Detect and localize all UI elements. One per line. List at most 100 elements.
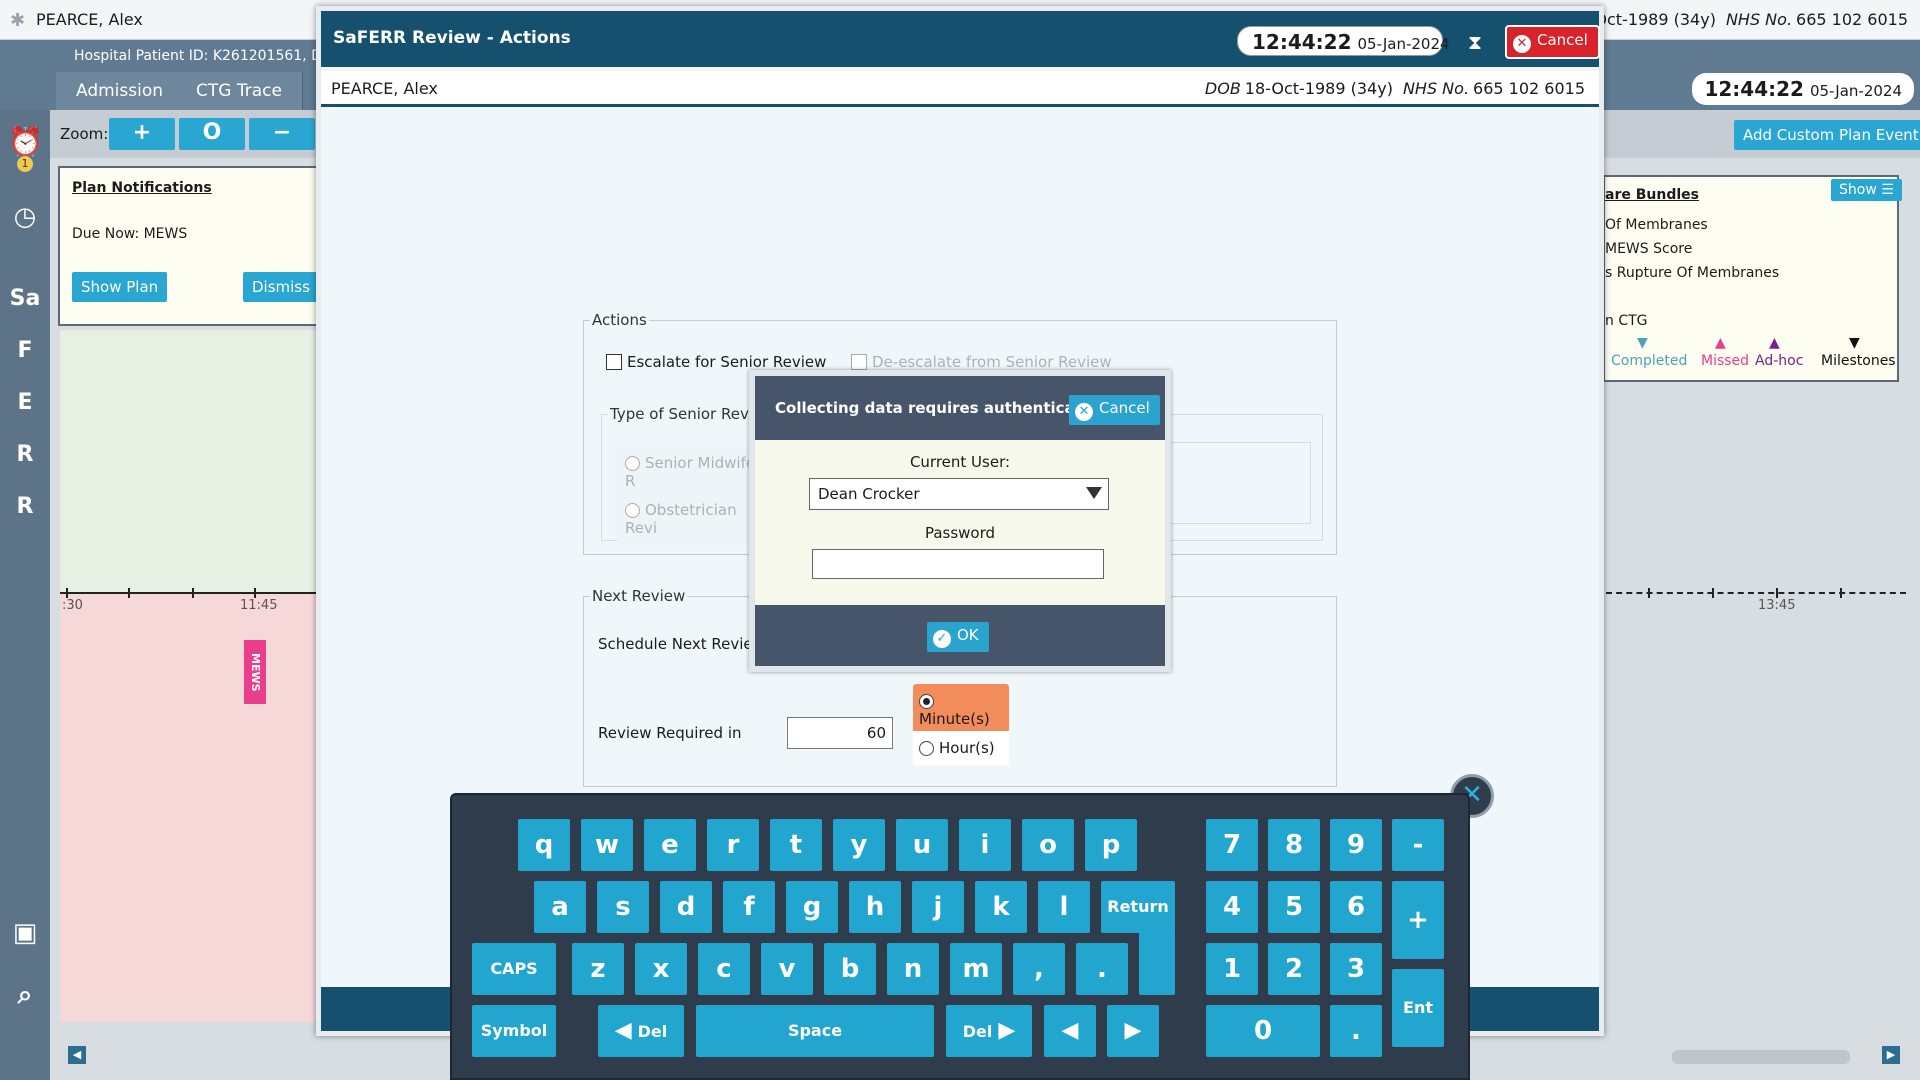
bundle-item[interactable]: s Rupture Of Membranes <box>1605 265 1779 281</box>
key-u[interactable]: u <box>896 819 948 871</box>
key-cursor-right[interactable]: ▶ <box>1107 1005 1159 1057</box>
scroll-right-icon[interactable]: ▶ <box>1882 1046 1900 1064</box>
checkbox-icon[interactable] <box>606 354 622 370</box>
mews-marker[interactable]: MEWS <box>244 640 266 704</box>
key-f[interactable]: f <box>723 881 775 933</box>
key-return[interactable]: Return <box>1101 881 1175 933</box>
filter-icon[interactable]: ⧗ <box>1468 30 1482 54</box>
key-8[interactable]: 8 <box>1268 819 1320 871</box>
key-return-extension[interactable] <box>1139 931 1175 995</box>
ok-button[interactable]: ✓ OK <box>927 622 989 652</box>
key-o[interactable]: o <box>1022 819 1074 871</box>
scroll-thumb[interactable] <box>1672 1050 1850 1064</box>
axis-tick <box>66 588 68 598</box>
key-delete-right[interactable]: Del ▶ <box>946 1005 1032 1057</box>
add-custom-plan-event-button[interactable]: Add Custom Plan Event <box>1734 120 1920 150</box>
key-period[interactable]: . <box>1076 943 1128 995</box>
show-bundles-button[interactable]: Show ☰ <box>1831 179 1902 201</box>
review-interval-input[interactable]: 60 <box>787 717 893 749</box>
search-icon[interactable]: ⌕ <box>8 980 42 1014</box>
key-3[interactable]: 3 <box>1330 943 1382 995</box>
bundle-item[interactable]: Of Membranes <box>1605 217 1708 233</box>
chevron-down-icon[interactable] <box>1086 487 1102 499</box>
key-delete-left[interactable]: ◀ Del <box>598 1005 684 1057</box>
key-6[interactable]: 6 <box>1330 881 1382 933</box>
radio-selected-icon[interactable] <box>919 694 934 709</box>
axis-tick <box>192 588 194 598</box>
key-y[interactable]: y <box>833 819 885 871</box>
key-l[interactable]: l <box>1038 881 1090 933</box>
legend-adhoc: ▲ Ad-hoc <box>1755 335 1804 369</box>
key-t[interactable]: t <box>770 819 822 871</box>
bundle-item[interactable]: n CTG <box>1605 313 1648 329</box>
rail-item-e[interactable]: E <box>8 390 42 424</box>
radio-icon[interactable] <box>919 741 934 756</box>
dismiss-button[interactable]: Dismiss <box>243 272 319 302</box>
key-d[interactable]: d <box>660 881 712 933</box>
monitor-icon[interactable]: ▣ <box>8 918 42 952</box>
triangle-down-icon: ▼ <box>1637 335 1648 351</box>
key-r[interactable]: r <box>707 819 759 871</box>
key-e[interactable]: e <box>644 819 696 871</box>
rail-item-sa[interactable]: Sa <box>8 286 42 320</box>
tab-admission[interactable]: Admission <box>56 72 185 110</box>
unit-minutes-radio[interactable]: Minute(s) <box>913 684 1009 736</box>
rail-item-f[interactable]: F <box>8 338 42 372</box>
key-x[interactable]: x <box>635 943 687 995</box>
key-n[interactable]: n <box>887 943 939 995</box>
alarm-clock-icon[interactable]: ⏰ <box>8 125 43 159</box>
key-z[interactable]: z <box>572 943 624 995</box>
key-q[interactable]: q <box>518 819 570 871</box>
modal-cancel-button[interactable]: ✕ Cancel <box>1505 25 1600 59</box>
zoom-reset-button[interactable]: O <box>179 118 245 150</box>
key-symbol[interactable]: Symbol <box>472 1005 556 1057</box>
key-b[interactable]: b <box>824 943 876 995</box>
key-cursor-left[interactable]: ◀ <box>1044 1005 1096 1057</box>
key-g[interactable]: g <box>786 881 838 933</box>
key-i[interactable]: i <box>959 819 1011 871</box>
current-user-select[interactable]: Dean Crocker <box>809 478 1109 510</box>
key-space[interactable]: Space <box>696 1005 934 1057</box>
key-9[interactable]: 9 <box>1330 819 1382 871</box>
key-caps[interactable]: CAPS <box>472 943 556 995</box>
rail-item-r2[interactable]: R <box>8 494 42 528</box>
auth-cancel-button[interactable]: ✕ Cancel <box>1069 395 1160 425</box>
key-w[interactable]: w <box>581 819 633 871</box>
axis-label: 13:45 <box>1758 598 1796 613</box>
unit-hours-radio[interactable]: Hour(s) <box>913 731 1009 765</box>
checkbox-icon <box>851 354 867 370</box>
history-icon[interactable]: ◷ <box>8 202 42 236</box>
app-clock: 12:44:22 05-Jan-2024 <box>1692 73 1914 105</box>
key-7[interactable]: 7 <box>1206 819 1258 871</box>
modal-title: SaFERR Review - Actions <box>333 28 571 48</box>
password-input[interactable] <box>812 549 1104 579</box>
key-h[interactable]: h <box>849 881 901 933</box>
key-plus[interactable]: + <box>1392 881 1444 959</box>
rail-item-r1[interactable]: R <box>8 442 42 476</box>
scroll-left-icon[interactable]: ◀ <box>68 1046 86 1064</box>
bundle-item[interactable]: MEWS Score <box>1605 241 1692 257</box>
key-decimal[interactable]: . <box>1330 1005 1382 1057</box>
key-2[interactable]: 2 <box>1268 943 1320 995</box>
key-m[interactable]: m <box>950 943 1002 995</box>
key-5[interactable]: 5 <box>1268 881 1320 933</box>
key-c[interactable]: c <box>698 943 750 995</box>
key-minus[interactable]: - <box>1392 819 1444 871</box>
key-comma[interactable]: , <box>1013 943 1065 995</box>
key-4[interactable]: 4 <box>1206 881 1258 933</box>
key-enter[interactable]: Ent <box>1392 969 1444 1047</box>
zoom-in-button[interactable]: + <box>109 118 175 150</box>
key-0[interactable]: 0 <box>1206 1005 1320 1057</box>
key-p[interactable]: p <box>1085 819 1137 871</box>
key-1[interactable]: 1 <box>1206 943 1258 995</box>
key-k[interactable]: k <box>975 881 1027 933</box>
escalate-checkbox[interactable]: Escalate for Senior Review <box>606 353 826 371</box>
key-a[interactable]: a <box>534 881 586 933</box>
key-j[interactable]: j <box>912 881 964 933</box>
key-v[interactable]: v <box>761 943 813 995</box>
zoom-out-button[interactable]: − <box>249 118 315 150</box>
axis-tick <box>1776 588 1778 598</box>
key-s[interactable]: s <box>597 881 649 933</box>
tab-ctg-trace[interactable]: CTG Trace <box>176 72 303 110</box>
show-plan-button[interactable]: Show Plan <box>72 272 168 302</box>
